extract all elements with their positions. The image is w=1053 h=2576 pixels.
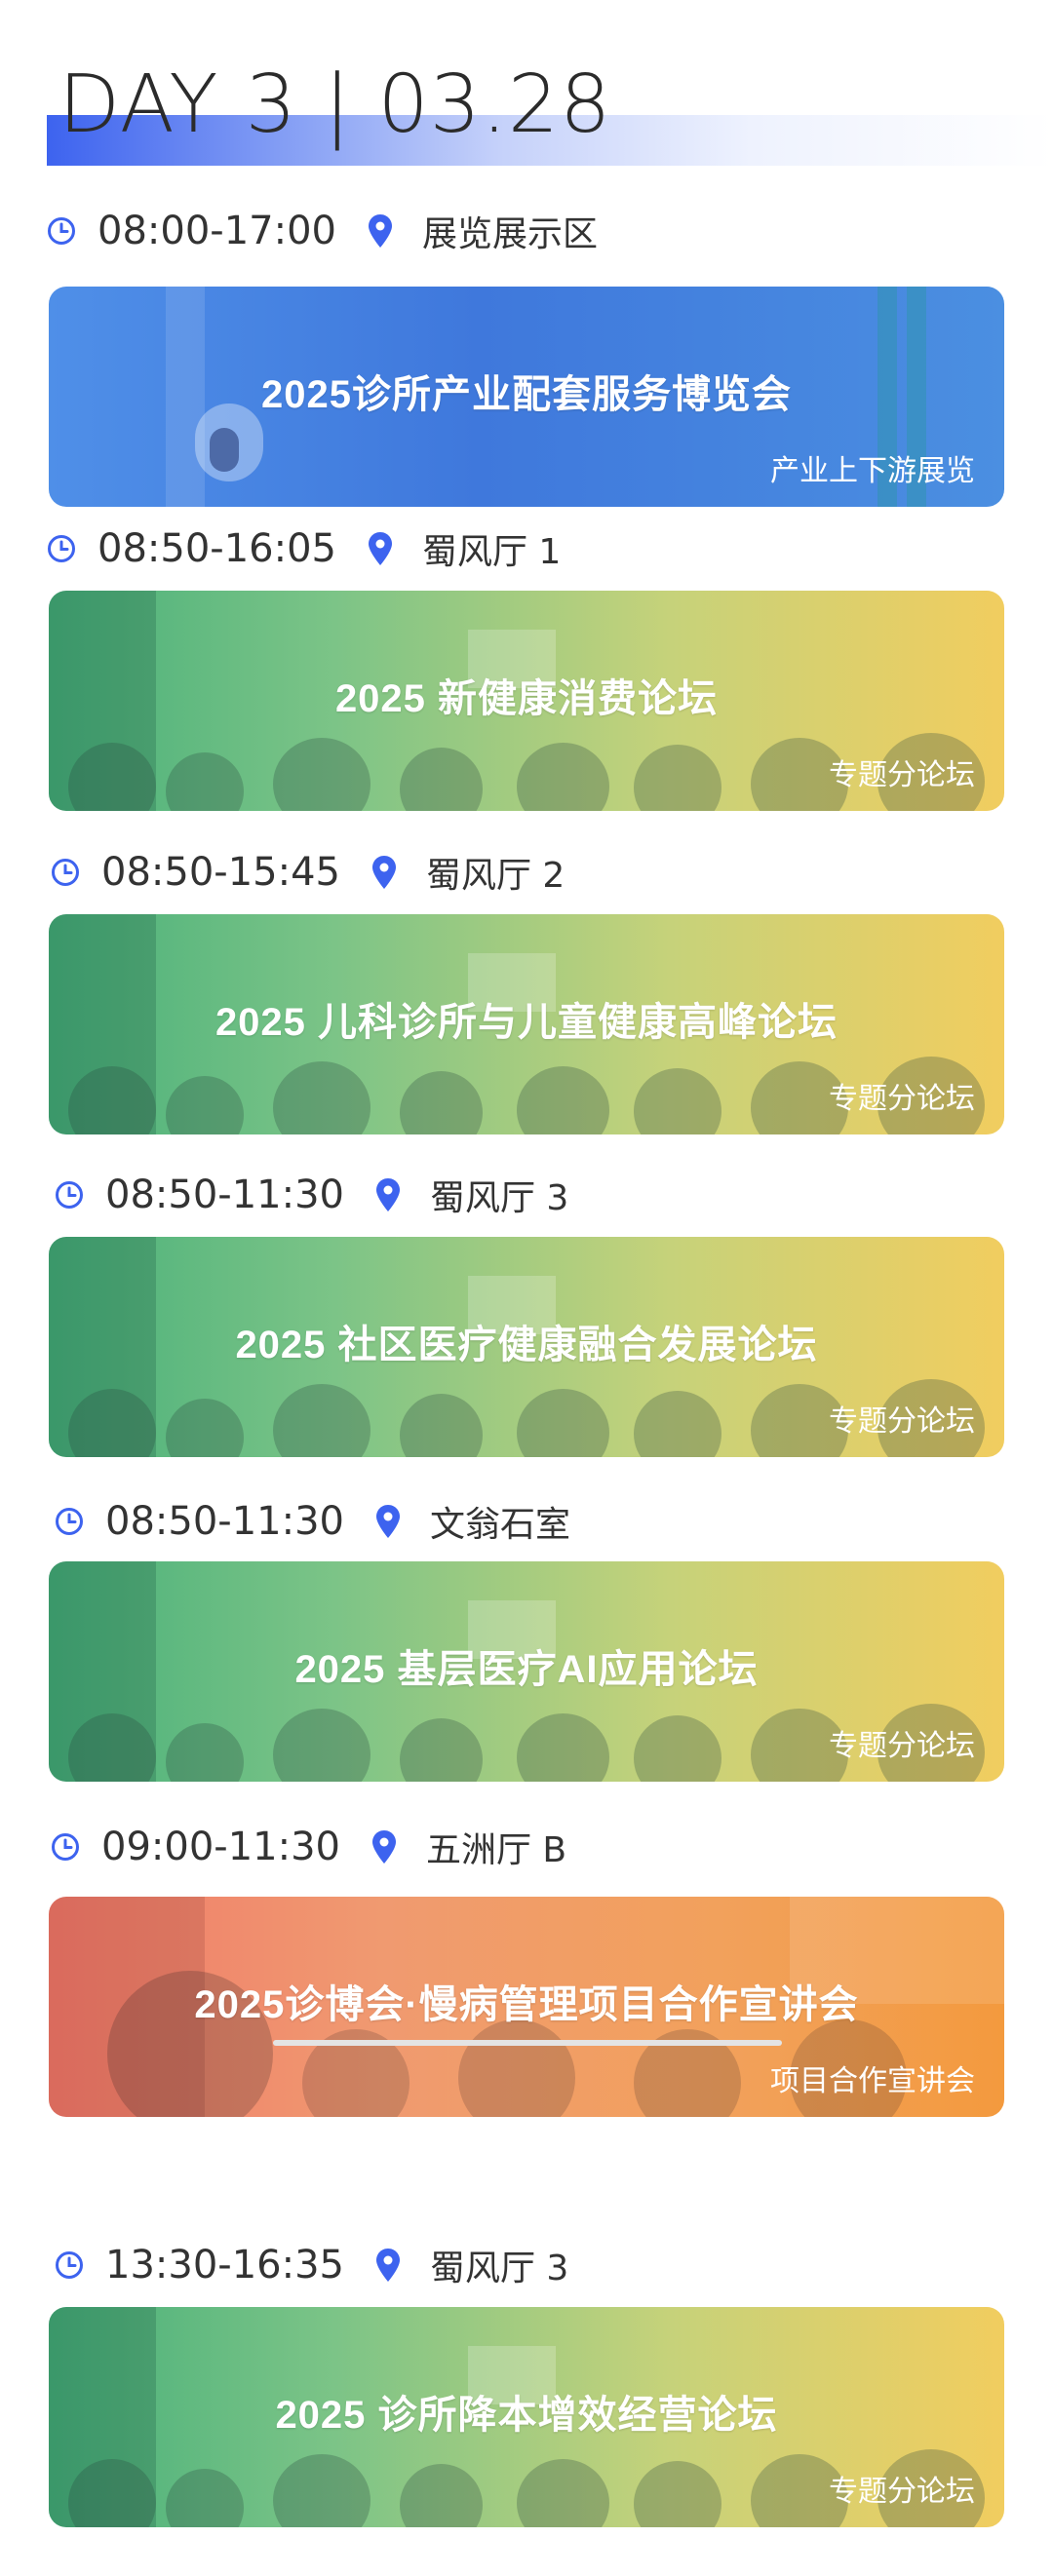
session-title: 2025 诊所降本增效经营论坛 xyxy=(275,2394,778,2437)
session-meta: 08:50-15:45 蜀风厅 2 xyxy=(51,848,565,897)
session-location: 蜀风厅 3 xyxy=(429,1178,569,1218)
schedule-page: DAY 3 | 03.28 08:00-17:00 展览展示区 2025诊所产业… xyxy=(0,0,1053,2576)
clock-icon xyxy=(52,1833,79,1861)
session-location: 展览展示区 xyxy=(421,214,598,254)
session-time: 08:50-16:05 xyxy=(98,526,336,571)
session-title: 2025诊博会·慢病管理项目合作宣讲会 xyxy=(194,1983,859,2026)
session-location: 蜀风厅 3 xyxy=(429,2249,569,2288)
clock-icon xyxy=(48,535,75,562)
session-card[interactable]: 2025 儿科诊所与儿童健康高峰论坛 专题分论坛 xyxy=(49,914,1004,1134)
session-category: 专题分论坛 xyxy=(829,1730,975,1762)
session-category: 专题分论坛 xyxy=(829,2476,975,2508)
session-card[interactable]: 2025 新健康消费论坛 专题分论坛 xyxy=(49,591,1004,811)
clock-icon xyxy=(48,217,75,245)
session-card[interactable]: 2025 社区医疗健康融合发展论坛 专题分论坛 xyxy=(49,1237,1004,1457)
map-pin-icon xyxy=(375,2249,400,2282)
map-pin-icon xyxy=(375,1505,400,1538)
session-time: 09:00-11:30 xyxy=(101,1825,340,1869)
session-meta: 08:50-11:30 蜀风厅 3 xyxy=(55,1171,568,1219)
map-pin-icon xyxy=(368,214,392,248)
session-location: 五洲厅 B xyxy=(425,1830,567,1870)
session-title: 2025诊所产业配套服务博览会 xyxy=(261,373,792,416)
map-pin-icon xyxy=(368,532,392,565)
session-card[interactable]: 2025 诊所降本增效经营论坛 专题分论坛 xyxy=(49,2307,1004,2527)
session-location: 蜀风厅 1 xyxy=(421,532,562,572)
session-location: 文翁石室 xyxy=(429,1505,570,1545)
session-time: 08:50-15:45 xyxy=(101,850,340,895)
session-title: 2025 儿科诊所与儿童健康高峰论坛 xyxy=(214,1001,838,1044)
session-title: 2025 新健康消费论坛 xyxy=(334,677,719,720)
session-category: 产业上下游展览 xyxy=(770,455,975,487)
session-card[interactable]: 2025诊所产业配套服务博览会 产业上下游展览 xyxy=(49,287,1004,507)
session-time: 08:50-11:30 xyxy=(105,1499,344,1544)
session-time: 13:30-16:35 xyxy=(105,2243,344,2288)
session-category: 专题分论坛 xyxy=(829,1405,975,1438)
map-pin-icon xyxy=(371,856,396,889)
session-time: 08:00-17:00 xyxy=(98,209,336,253)
clock-icon xyxy=(56,2251,83,2279)
session-card[interactable]: 2025诊博会·慢病管理项目合作宣讲会 项目合作宣讲会 xyxy=(49,1897,1004,2117)
session-meta: 08:50-16:05 蜀风厅 1 xyxy=(47,524,561,573)
clock-icon xyxy=(52,859,79,886)
session-category: 专题分论坛 xyxy=(829,759,975,791)
session-category: 项目合作宣讲会 xyxy=(770,2065,975,2097)
session-category: 专题分论坛 xyxy=(829,1083,975,1115)
clock-icon xyxy=(56,1508,83,1535)
session-card[interactable]: 2025 基层医疗AI应用论坛 专题分论坛 xyxy=(49,1561,1004,1782)
section-divider xyxy=(273,2040,782,2046)
map-pin-icon xyxy=(371,1830,396,1864)
session-title: 2025 基层医疗AI应用论坛 xyxy=(294,1648,759,1691)
map-pin-icon xyxy=(375,1178,400,1211)
session-meta: 09:00-11:30 五洲厅 B xyxy=(51,1823,566,1871)
session-title: 2025 社区医疗健康融合发展论坛 xyxy=(235,1324,818,1366)
clock-icon xyxy=(56,1181,83,1209)
session-meta: 08:50-11:30 文翁石室 xyxy=(55,1497,570,1546)
session-meta: 13:30-16:35 蜀风厅 3 xyxy=(55,2241,568,2289)
session-location: 蜀风厅 2 xyxy=(425,856,566,896)
session-time: 08:50-11:30 xyxy=(105,1173,344,1217)
session-meta: 08:00-17:00 展览展示区 xyxy=(47,207,598,255)
day-title: DAY 3 | 03.28 xyxy=(58,58,612,151)
